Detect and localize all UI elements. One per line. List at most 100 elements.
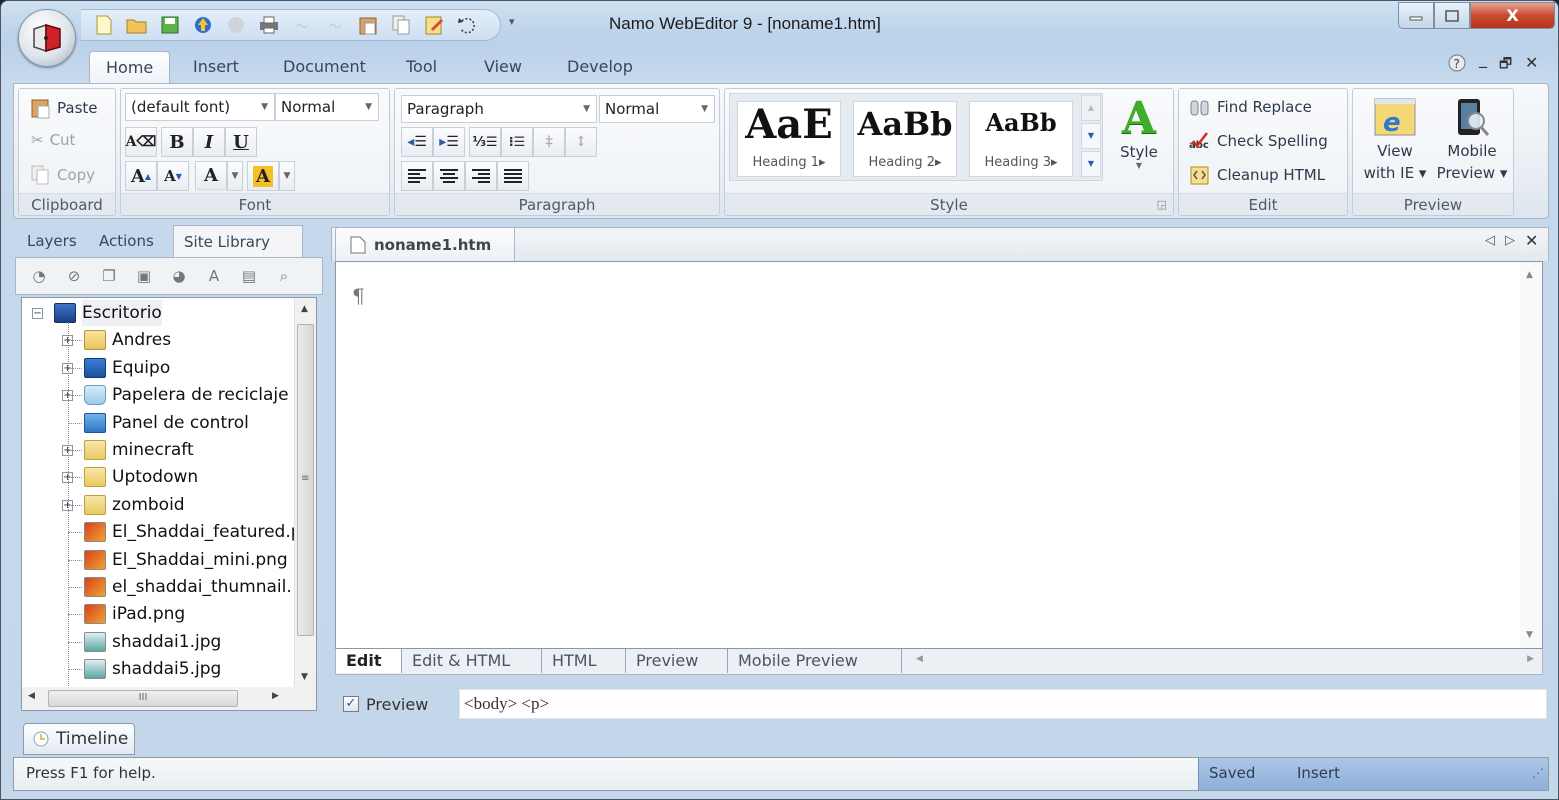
redo-disabled-icon[interactable]: 〜 xyxy=(320,13,350,37)
check-spelling-button[interactable]: abc Check Spelling xyxy=(1189,131,1328,151)
view-tab-html[interactable]: HTML xyxy=(542,649,626,673)
preview-disabled-icon[interactable] xyxy=(221,13,251,37)
panel-tab-layers[interactable]: Layers xyxy=(17,225,97,257)
refresh-icon[interactable] xyxy=(452,13,482,37)
resize-grip-icon[interactable]: ⋰ xyxy=(1532,766,1544,780)
bold-button[interactable]: B xyxy=(161,127,193,157)
cut-button[interactable]: ✂ Cut xyxy=(31,131,75,149)
collapse-icon[interactable]: − xyxy=(32,308,43,319)
view-tab-edit-html[interactable]: Edit & HTML xyxy=(402,649,542,673)
scroll-left-icon[interactable]: ◀ xyxy=(28,691,35,701)
gallery-scroll-down[interactable]: ▼ xyxy=(1081,123,1101,149)
line-spacing-decrease-button[interactable]: ‡ xyxy=(533,127,565,157)
tab-document[interactable]: Document xyxy=(267,51,382,83)
gallery-expand[interactable]: ▼ xyxy=(1081,151,1101,177)
tree-item[interactable]: Equipo xyxy=(84,355,170,381)
tab-next-icon[interactable]: ▷ xyxy=(1505,233,1515,248)
scroll-up-icon[interactable]: ▲ xyxy=(301,304,308,314)
tree-item[interactable]: shaddai1.jpg xyxy=(84,629,221,655)
undo-disabled-icon[interactable]: 〜 xyxy=(287,13,317,37)
close-button[interactable]: X xyxy=(1470,2,1555,29)
align-left-button[interactable] xyxy=(401,161,433,191)
editor-canvas[interactable]: ¶ ▲ ▼ xyxy=(335,261,1543,649)
copy-page-icon[interactable]: ❐ xyxy=(96,263,122,289)
timeline-tab[interactable]: Timeline xyxy=(23,723,135,755)
hscroll-thumb[interactable]: III xyxy=(48,690,238,707)
tab-tool[interactable]: Tool xyxy=(390,51,453,83)
tab-insert[interactable]: Insert xyxy=(177,51,255,83)
search-folder-icon[interactable]: ⌕ xyxy=(271,263,297,289)
tree-item[interactable]: Panel de control xyxy=(84,410,249,436)
open-folder-icon[interactable] xyxy=(122,13,152,37)
new-page-icon[interactable]: ◔ xyxy=(26,263,52,289)
clear-format-button[interactable]: A⌫ xyxy=(125,127,157,157)
mdi-restore-icon[interactable]: 🗗 xyxy=(1499,53,1512,77)
mdi-close-icon[interactable]: ✕ xyxy=(1525,53,1538,72)
publish-icon[interactable] xyxy=(188,13,218,37)
justify-button[interactable] xyxy=(497,161,529,191)
tree-item[interactable]: shaddai5.jpg xyxy=(84,656,221,682)
document-page-icon[interactable]: ▤ xyxy=(236,263,262,289)
bullet-list-button[interactable]: ⁝☰ xyxy=(501,127,533,157)
tab-view[interactable]: View xyxy=(468,51,538,83)
text-page-icon[interactable]: A xyxy=(201,263,227,289)
decrease-indent-button[interactable]: ◂☰ xyxy=(401,127,433,157)
font-size-select[interactable]: Normal ▼ xyxy=(275,93,379,121)
font-name-select[interactable]: (default font) ▼ xyxy=(125,93,275,121)
scroll-thumb[interactable]: ≡ xyxy=(297,324,314,636)
view-tab-preview[interactable]: Preview xyxy=(626,649,728,673)
tree-item[interactable]: minecraft xyxy=(84,437,194,463)
font-color-dropdown[interactable]: ▼ xyxy=(227,161,243,191)
tree-item[interactable]: zomboid xyxy=(84,492,185,518)
dialog-launcher-icon[interactable]: ◲ xyxy=(1157,194,1167,216)
mdi-minimize-icon[interactable]: _ xyxy=(1479,49,1487,68)
paste-icon[interactable] xyxy=(353,13,383,37)
tree-horizontal-scrollbar[interactable]: ◀ III ▶ xyxy=(21,687,317,711)
scroll-up-icon[interactable]: ▲ xyxy=(1526,270,1533,280)
help-icon[interactable]: ? xyxy=(1447,53,1467,77)
increase-indent-button[interactable]: ▸☰ xyxy=(433,127,465,157)
edit-page-icon[interactable]: ◕ xyxy=(166,263,192,289)
highlight-button[interactable]: A xyxy=(247,161,279,191)
tree-item[interactable]: iPad.png xyxy=(84,601,185,627)
tag-path[interactable]: <body> <p> xyxy=(459,689,1547,719)
hscroll-right-icon[interactable]: ▶ xyxy=(1527,654,1534,664)
numbered-list-button[interactable]: ⅓☰ xyxy=(469,127,501,157)
tree-item[interactable]: El_Shaddai_mini.png xyxy=(84,547,288,573)
maximize-button[interactable] xyxy=(1434,2,1470,29)
tree-vertical-scrollbar[interactable]: ▲ ≡ ▼ xyxy=(294,298,316,688)
paragraph-size-select[interactable]: Normal ▼ xyxy=(599,95,715,123)
minimize-button[interactable] xyxy=(1398,2,1434,29)
align-center-button[interactable] xyxy=(433,161,465,191)
style-heading1[interactable]: AaE Heading 1▸ xyxy=(737,101,841,177)
cleanup-html-button[interactable]: Cleanup HTML xyxy=(1189,165,1325,185)
tree-item[interactable]: Uptodown xyxy=(84,464,198,490)
style-heading2[interactable]: AaBb Heading 2▸ xyxy=(853,101,957,177)
customize-toolbar-icon[interactable]: ▾ xyxy=(509,15,515,28)
preview-checkbox[interactable]: ✓ xyxy=(343,696,359,712)
print-icon[interactable] xyxy=(254,13,284,37)
italic-button[interactable]: I xyxy=(193,127,225,157)
copy-button[interactable]: Copy xyxy=(31,165,95,185)
scroll-down-icon[interactable]: ▼ xyxy=(301,672,308,682)
paragraph-style-select[interactable]: Paragraph ▼ xyxy=(401,95,597,123)
view-with-ie-button[interactable]: e View with IE ▾ xyxy=(1357,97,1433,183)
panel-tab-actions[interactable]: Actions xyxy=(89,225,179,257)
style-heading3[interactable]: AaBb Heading 3▸ xyxy=(969,101,1073,177)
panel-tab-site-library[interactable]: Site Library xyxy=(173,225,303,257)
shrink-font-button[interactable]: A ▼ xyxy=(157,161,189,191)
style-big-button[interactable]: A Style ▼ xyxy=(1113,95,1165,171)
document-tab[interactable]: noname1.htm xyxy=(335,227,515,261)
new-document-icon[interactable] xyxy=(89,13,119,37)
image-page-icon[interactable]: ▣ xyxy=(131,263,157,289)
align-right-button[interactable] xyxy=(465,161,497,191)
line-spacing-increase-button[interactable]: ↕ xyxy=(565,127,597,157)
copy-icon[interactable] xyxy=(386,13,416,37)
tab-home[interactable]: Home xyxy=(89,51,171,84)
underline-button[interactable]: U xyxy=(225,127,257,157)
tree-item[interactable]: Papelera de reciclaje xyxy=(84,382,289,408)
grow-font-button[interactable]: A ▲ xyxy=(125,161,157,191)
tree-item[interactable]: El_Shaddai_featured.p xyxy=(84,519,302,545)
save-icon[interactable] xyxy=(155,13,185,37)
scroll-right-icon[interactable]: ▶ xyxy=(272,691,279,701)
